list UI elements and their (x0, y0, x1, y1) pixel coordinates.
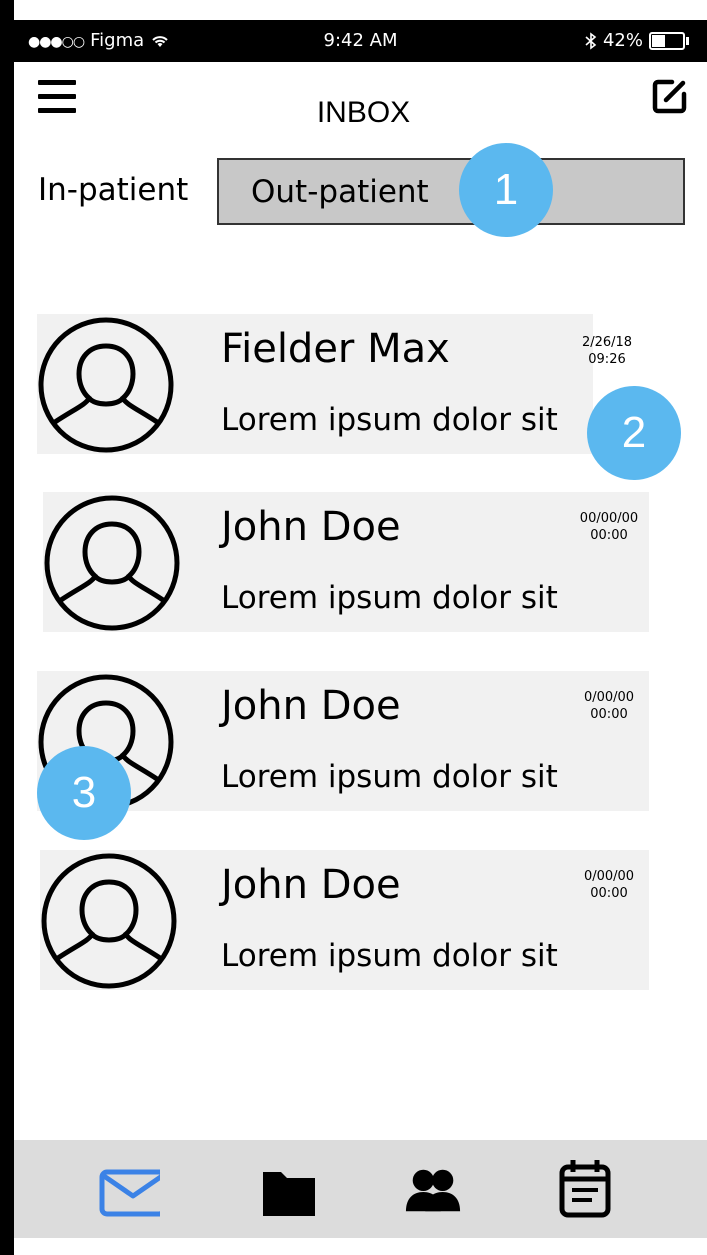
message-time-value: 00:00 (590, 528, 628, 543)
message-time-value: 09:26 (588, 352, 626, 367)
battery-tip (686, 36, 689, 45)
message-date-value: 00/00/00 (579, 511, 639, 526)
message-row[interactable]: Fielder Max Lorem ipsum dolor sit 2/26/1… (37, 314, 632, 454)
status-right: 42% (585, 30, 689, 51)
message-date: 2/26/18 09:26 (567, 334, 647, 368)
message-date: 0/00/00 00:00 (569, 689, 649, 723)
avatar-icon (38, 317, 174, 453)
users-icon[interactable] (404, 1164, 462, 1218)
tab-outpatient-label: Out-patient (251, 174, 429, 210)
message-preview: Lorem ipsum dolor sit (221, 580, 558, 616)
message-preview: Lorem ipsum dolor sit (221, 759, 558, 795)
message-sender: John Doe (221, 504, 401, 550)
folder-icon[interactable] (260, 1164, 316, 1218)
status-bar: ●●●○○ Figma 9:42 AM 42% (14, 20, 707, 62)
bottom-tab-bar (14, 1140, 707, 1238)
message-sender: Fielder Max (221, 326, 450, 372)
message-date: 0/00/00 00:00 (569, 868, 649, 902)
message-row[interactable]: John Doe Lorem ipsum dolor sit 00/00/00 … (43, 492, 649, 632)
battery-icon (649, 31, 685, 50)
annotation-badge-2: 2 (587, 386, 681, 480)
message-preview: Lorem ipsum dolor sit (221, 938, 558, 974)
message-date-value: 0/00/00 (583, 690, 635, 705)
message-date-value: 2/26/18 (581, 335, 633, 350)
message-time-value: 00:00 (590, 886, 628, 901)
tab-inpatient[interactable]: In-patient (38, 172, 188, 208)
message-row[interactable]: John Doe Lorem ipsum dolor sit 0/00/00 0… (40, 850, 649, 990)
message-sender: John Doe (221, 683, 401, 729)
tab-outpatient[interactable]: Out-patient (217, 158, 685, 225)
avatar-icon (41, 853, 177, 989)
frame-left-border (0, 0, 14, 1255)
avatar-icon (44, 495, 180, 631)
mail-icon[interactable] (90, 1164, 160, 1218)
bluetooth-icon (585, 31, 597, 50)
message-preview: Lorem ipsum dolor sit (221, 402, 558, 438)
phone-screen: ●●●○○ Figma 9:42 AM 42% INBOX In-patient… (0, 0, 707, 1255)
annotation-badge-1: 1 (459, 143, 553, 237)
calendar-icon[interactable] (556, 1158, 614, 1218)
message-date-value: 0/00/00 (583, 869, 635, 884)
message-date: 00/00/00 00:00 (569, 510, 649, 544)
message-time-value: 00:00 (590, 707, 628, 722)
battery-percent: 42% (602, 30, 643, 51)
compose-icon[interactable] (650, 76, 690, 116)
frame-top (0, 0, 707, 20)
message-sender: John Doe (221, 862, 401, 908)
page-title: INBOX (316, 96, 411, 129)
annotation-badge-3: 3 (37, 746, 131, 840)
